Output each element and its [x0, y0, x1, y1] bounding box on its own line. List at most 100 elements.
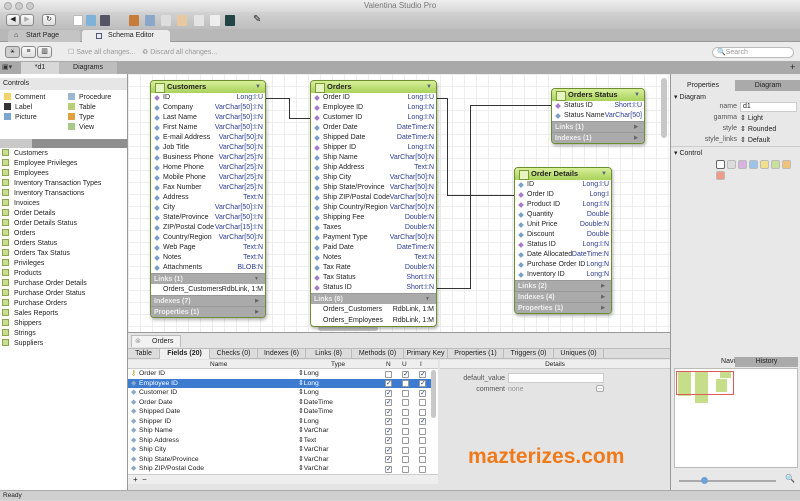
tab-history[interactable]: History [735, 357, 798, 367]
unique-checkbox[interactable] [402, 399, 409, 406]
entity-field[interactable]: Shipper ID Long:I:N [311, 143, 436, 153]
color-swatch[interactable] [782, 160, 791, 169]
type-select[interactable]: ⇕DateTime [298, 398, 333, 408]
column-n[interactable]: N [386, 360, 391, 369]
subtab-methods[interactable]: Methods (0) [352, 349, 404, 359]
object-list-item[interactable]: Orders Status [2, 239, 126, 249]
discard-all-button[interactable]: ♻ Discard all changes... [142, 48, 217, 56]
indexed-checkbox[interactable] [419, 408, 426, 416]
field-row[interactable]: ⚷ Order ID ⇕Long ✓ ✓ [128, 369, 431, 379]
comment-edit-button[interactable]: … [596, 385, 604, 392]
type-select[interactable]: ⇕VarChar [298, 445, 329, 455]
column-name[interactable]: Name [210, 360, 227, 369]
entity-field[interactable]: ID Long:I:U [151, 93, 265, 103]
field-row[interactable]: ◆ Ship Name ⇕VarChar ✓ [128, 426, 431, 436]
object-list-item[interactable]: Shippers [2, 319, 126, 329]
object-list-item[interactable]: Suppliers [2, 339, 126, 349]
object-list-item[interactable]: Order Details [2, 209, 126, 219]
diagram-canvas[interactable]: CustomersIDLong:I:UCompanyVarChar[50]:I:… [128, 74, 670, 332]
save-all-button[interactable]: ☐ Save all changes... [68, 48, 135, 56]
entity-field[interactable]: Employee ID Long:I:N [311, 103, 436, 113]
entity-field[interactable]: ID Long:I:U [515, 180, 611, 190]
field-row[interactable]: ◆ Shipper ID ⇕Long ✓ ✓ [128, 417, 431, 427]
entity-field[interactable]: Fax Number VarChar[25]:N [151, 183, 265, 193]
color-swatch[interactable] [738, 160, 747, 169]
type-select[interactable]: ⇕Text [298, 436, 316, 446]
indexed-checkbox[interactable] [419, 446, 426, 454]
navigator-view[interactable] [674, 368, 798, 468]
object-list-item[interactable]: Employees [2, 169, 126, 179]
diagram-section-header[interactable]: ▾ Diagram [674, 93, 706, 101]
entity-orders-status[interactable]: Orders StatusStatus IDShort:I:UStatus Na… [551, 88, 645, 144]
unique-checkbox[interactable] [402, 418, 409, 425]
entity-field[interactable]: Unit Price Double:N [515, 220, 611, 230]
object-list-item[interactable]: Invoices [2, 199, 126, 209]
indexed-checkbox[interactable]: ✓ [419, 370, 426, 378]
indexed-checkbox[interactable] [419, 456, 426, 463]
schema-icon[interactable] [145, 15, 155, 26]
type-select[interactable]: ⇕VarChar [298, 455, 329, 465]
entity-customers[interactable]: CustomersIDLong:I:UCompanyVarChar[50]:I:… [150, 80, 266, 318]
entity-field[interactable]: Quantity Double [515, 210, 611, 220]
subtab-triggers[interactable]: Triggers (0) [504, 349, 554, 359]
subtab-links[interactable]: Links (8) [306, 349, 352, 359]
zoom-slider[interactable] [679, 477, 776, 484]
color-swatch[interactable] [716, 160, 725, 169]
entity-field[interactable]: Inventory ID Long:N [515, 270, 611, 280]
column-type[interactable]: Type [331, 360, 345, 369]
new-file-icon[interactable] [73, 15, 83, 26]
entity-section[interactable]: Links (2) [515, 280, 611, 292]
object-list-item[interactable]: Orders [2, 229, 126, 239]
save-icon[interactable] [100, 15, 110, 26]
indexed-checkbox[interactable]: ✓ [419, 380, 426, 387]
entity-field[interactable]: Shipped Date DateTime:N [311, 133, 436, 143]
add-icon[interactable]: + [790, 62, 795, 72]
entity-section[interactable]: Indexes (4) [515, 291, 611, 303]
default-value-input[interactable] [508, 373, 604, 383]
unique-checkbox[interactable] [402, 427, 409, 435]
types-tab[interactable] [64, 139, 96, 148]
entity-field[interactable]: Notes Text:N [311, 253, 436, 263]
entity-section[interactable]: Links (1) [552, 121, 644, 133]
entity-field[interactable]: Product ID Long:I:N [515, 200, 611, 210]
control-comment[interactable]: Comment [4, 93, 45, 101]
entity-field[interactable]: E-mail Address VarChar[50]:N [151, 133, 265, 143]
field-row[interactable]: ◆ Ship Address ⇕Text ✓ [128, 436, 431, 446]
tab-start-page[interactable]: ⌂ Start Page [8, 30, 80, 42]
indexed-checkbox[interactable] [419, 427, 426, 435]
tab-orders[interactable]: ⊗ Orders [131, 335, 181, 347]
entity-field[interactable]: Payment Type VarChar[50]:N [311, 233, 436, 243]
zoom-icon[interactable]: 🔍 [785, 474, 795, 483]
object-list-item[interactable]: Inventory Transaction Types [2, 179, 126, 189]
diagram-icon[interactable] [161, 15, 171, 26]
object-list-item[interactable]: Purchase Orders [2, 299, 126, 309]
color-swatch[interactable] [727, 160, 736, 169]
field-row[interactable]: ◆ Customer ID ⇕Long ✓ ✓ [128, 388, 431, 398]
control-section-header[interactable]: ▾ Control [674, 149, 702, 157]
entity-field[interactable]: Ship Country/Region VarChar[50]:N [311, 203, 436, 213]
unique-checkbox[interactable]: ✓ [402, 370, 409, 378]
entity-field[interactable]: Status ID Short:I:U [552, 101, 644, 111]
nullable-checkbox[interactable]: ✓ [385, 399, 392, 406]
entity-field[interactable]: Home Phone VarChar[25]:N [151, 163, 265, 173]
procedures-tab[interactable] [96, 139, 127, 148]
field-row[interactable]: ◆ Ship State/Province ⇕VarChar ✓ [128, 455, 431, 465]
list-view-button[interactable]: ≡ [21, 46, 36, 58]
control-type[interactable]: Type [68, 113, 94, 121]
entity-field[interactable]: Attachments BLOB:N [151, 263, 265, 273]
nullable-checkbox[interactable]: ✓ [385, 427, 392, 435]
entity-field[interactable]: Order Date DateTime:N [311, 123, 436, 133]
indexed-checkbox[interactable] [419, 465, 426, 473]
add-field-button[interactable]: + [133, 475, 138, 484]
entity-title[interactable]: Orders Status [552, 89, 644, 101]
document-icon[interactable] [210, 15, 220, 26]
entity-field[interactable]: Address Text:N [151, 193, 265, 203]
console-icon[interactable] [225, 15, 235, 26]
zoom-window-button[interactable] [26, 2, 34, 10]
remove-field-button[interactable]: − [142, 475, 147, 484]
unique-checkbox[interactable] [402, 437, 409, 444]
unique-checkbox[interactable] [402, 380, 409, 387]
name-input[interactable]: d1 [740, 102, 797, 112]
entity-field[interactable]: Company VarChar[50]:I:N [151, 103, 265, 113]
nullable-checkbox[interactable] [385, 370, 392, 378]
